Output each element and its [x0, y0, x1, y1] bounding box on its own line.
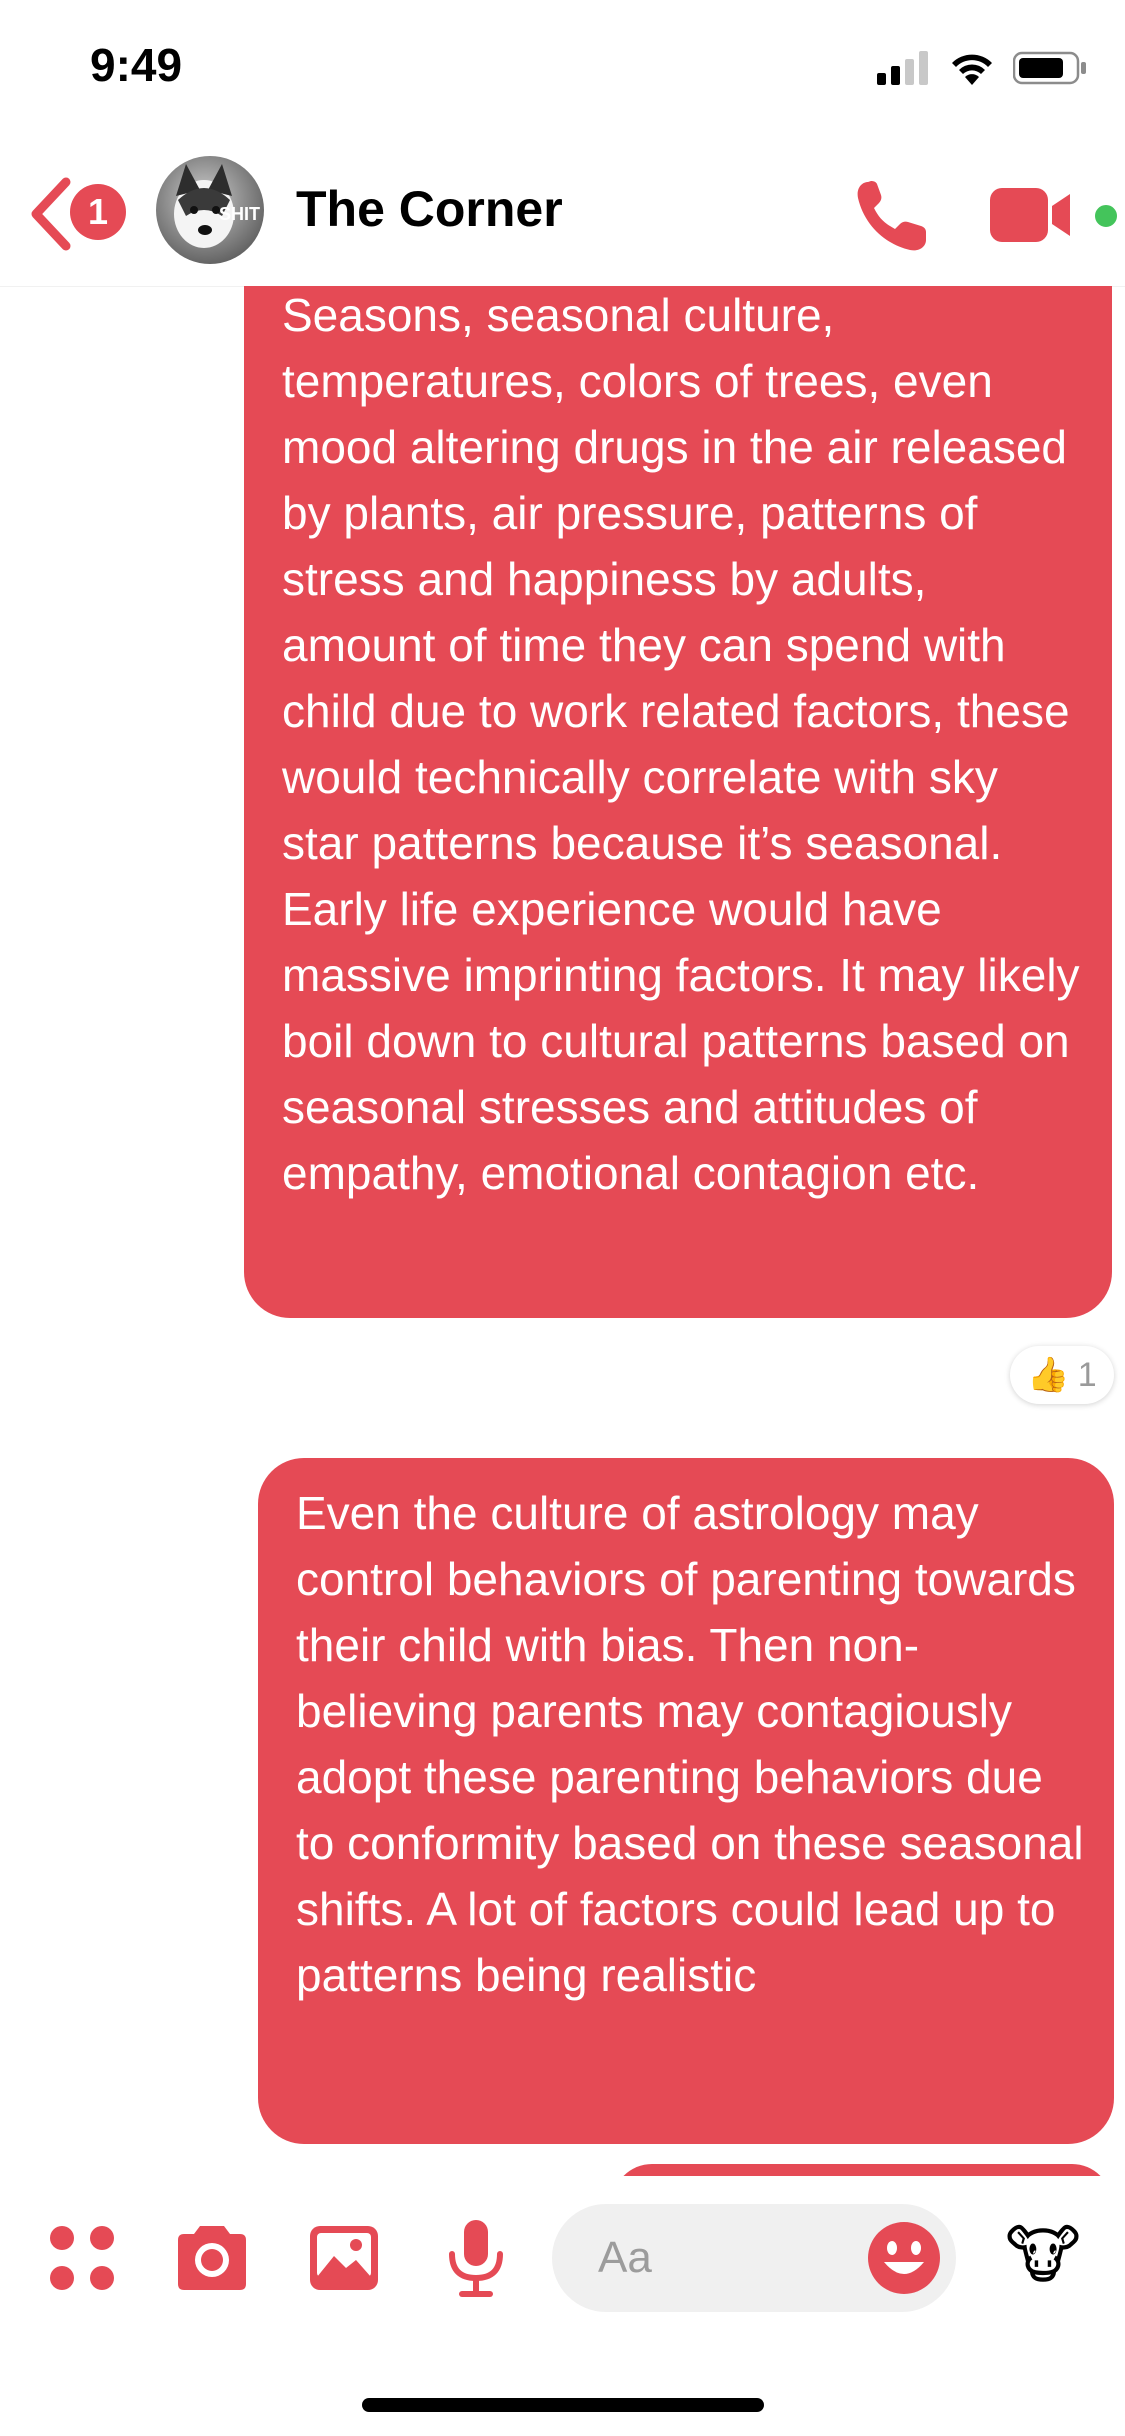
- camera-icon: [178, 2226, 246, 2290]
- message-reaction[interactable]: 👍 1: [1010, 1346, 1114, 1404]
- message-composer: Aa 🐮: [0, 2176, 1125, 2356]
- audio-call-button[interactable]: [850, 176, 930, 256]
- camera-button[interactable]: [170, 2216, 254, 2300]
- smiley-icon: [868, 2222, 940, 2294]
- video-call-button[interactable]: [990, 184, 1076, 246]
- microphone-icon: [449, 2220, 503, 2297]
- home-indicator[interactable]: [362, 2398, 764, 2412]
- apps-icon: [50, 2226, 114, 2290]
- message-list[interactable]: Seasons, seasonal culture, temperatures,…: [0, 286, 1125, 2176]
- video-camera-icon: [990, 188, 1070, 242]
- status-icons: [877, 48, 1087, 88]
- message-bubble-outgoing[interactable]: Seasons, seasonal culture, temperatures,…: [244, 286, 1112, 1318]
- phone-icon: [857, 181, 926, 251]
- status-bar: 9:49: [0, 0, 1125, 140]
- emoji-button[interactable]: [866, 2220, 942, 2296]
- voice-message-button[interactable]: [434, 2216, 518, 2300]
- unread-badge: 1: [70, 184, 126, 240]
- wifi-icon: [952, 54, 992, 85]
- status-time: 9:49: [90, 39, 183, 91]
- conversation-header: 1 SHIT The Corner: [0, 140, 1125, 287]
- online-status-dot: [1092, 202, 1120, 230]
- reaction-count: 1: [1077, 1355, 1097, 1394]
- back-chevron-icon: [31, 177, 71, 251]
- quick-reaction-button[interactable]: 🐮: [1004, 2216, 1082, 2294]
- avatar-caption: SHIT: [218, 204, 260, 224]
- photo-icon: [310, 2226, 378, 2290]
- more-actions-button[interactable]: [40, 2216, 124, 2300]
- gallery-button[interactable]: [302, 2216, 386, 2300]
- message-bubble-outgoing-partial[interactable]: [612, 2164, 1112, 2176]
- battery-icon: [1013, 51, 1086, 85]
- conversation-title[interactable]: The Corner: [296, 180, 563, 238]
- signal-icon: [877, 51, 928, 85]
- thumbs-up-icon: 👍: [1027, 1356, 1070, 1394]
- message-bubble-outgoing[interactable]: Even the culture of astrology may contro…: [258, 1458, 1114, 2144]
- avatar[interactable]: SHIT: [156, 156, 264, 264]
